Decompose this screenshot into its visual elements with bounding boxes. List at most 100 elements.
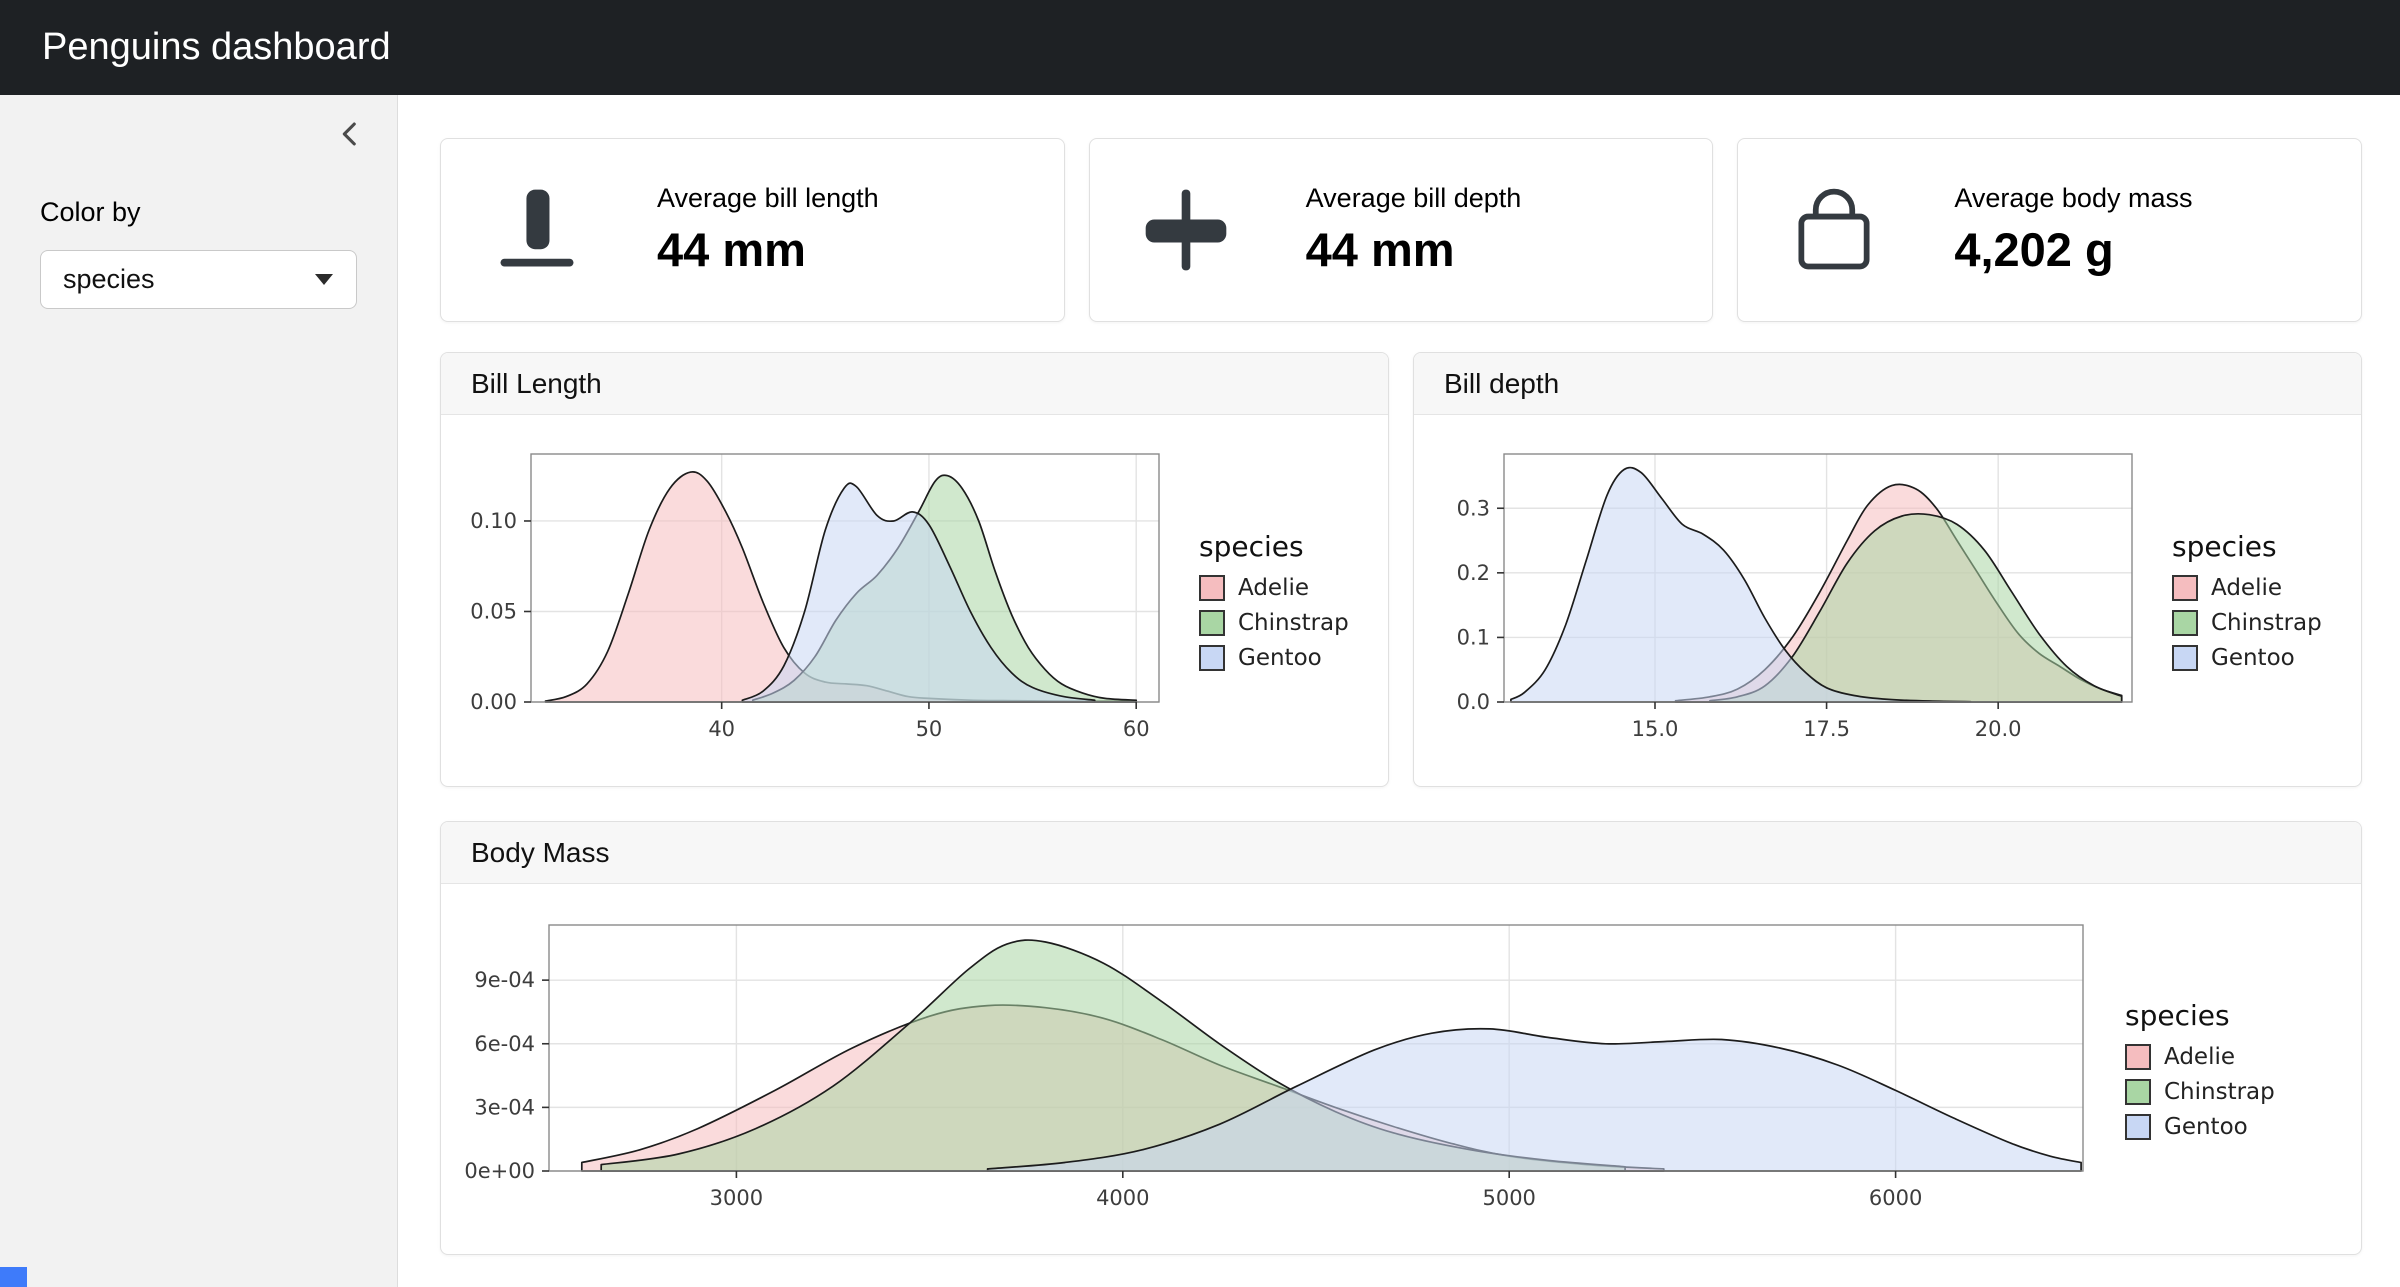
legend-item: Gentoo [2125,1114,2275,1140]
legend-label: Gentoo [2164,1114,2248,1140]
main-content: Average bill length 44 mm Average bill d… [398,95,2400,1287]
card-header: Bill depth [1414,353,2361,415]
sidebar: Color by species [0,95,398,1287]
body-mass-legend: species Adelie Chinstrap Gentoo [2125,999,2275,1140]
value-box-value: 4,202 g [1954,222,2192,277]
svg-text:40: 40 [708,717,735,741]
value-box-title: Average bill depth [1306,183,1522,214]
legend-swatch [1199,610,1225,636]
value-box-text: Average body mass 4,202 g [1954,183,2192,277]
legend-item: Adelie [1199,575,1349,601]
legend-title: species [2125,999,2275,1032]
bill-length-card: Bill Length 40 50 60 0.00 0.05 0.10 species Ad… [440,352,1389,787]
sidebar-collapse-button[interactable] [333,117,367,151]
svg-text:3000: 3000 [710,1186,763,1210]
value-box-text: Average bill length 44 mm [657,183,879,277]
legend-swatch [2172,610,2198,636]
legend-label: Adelie [1238,575,1309,601]
bill-depth-chart: 15.0 17.5 20.0 0.0 0.1 0.2 0.3 [1430,442,2144,759]
color-by-select[interactable]: species [40,250,357,309]
legend-item: Chinstrap [1199,610,1349,636]
legend-item: Adelie [2125,1044,2275,1070]
legend-item: Gentoo [1199,645,1349,671]
align-bottom-icon [489,182,585,278]
bag-icon [1786,182,1882,278]
svg-text:0.10: 0.10 [470,509,517,533]
card-body: 15.0 17.5 20.0 0.0 0.1 0.2 0.3 species Adelie Ch… [1414,415,2361,786]
value-box-bill-length: Average bill length 44 mm [440,138,1065,322]
navbar: Penguins dashboard [0,0,2400,95]
svg-text:0.05: 0.05 [470,599,517,623]
value-box-body-mass: Average body mass 4,202 g [1737,138,2362,322]
legend-swatch [2125,1114,2151,1140]
svg-text:0.0: 0.0 [1457,690,1490,714]
chart-svg: 40 50 60 0.00 0.05 0.10 [457,442,1171,754]
value-box-title: Average bill length [657,183,879,214]
card-title: Body Mass [471,837,610,869]
body-mass-chart: 3000 4000 5000 6000 0e+00 3e-04 6e-04 9e-04 [457,911,2097,1228]
svg-text:15.0: 15.0 [1632,717,1679,741]
svg-text:4000: 4000 [1096,1186,1149,1210]
legend-label: Gentoo [2211,645,2295,671]
value-box-text: Average bill depth 44 mm [1306,183,1522,277]
legend-item: Chinstrap [2172,610,2322,636]
value-box-bill-depth: Average bill depth 44 mm [1089,138,1714,322]
bill-depth-card: Bill depth 15.0 17.5 20.0 0.0 0.1 0.2 0.3 spec… [1413,352,2362,787]
bill-length-legend: species Adelie Chinstrap Gentoo [1199,530,1349,671]
svg-text:6e-04: 6e-04 [474,1031,535,1055]
svg-text:5000: 5000 [1482,1186,1535,1210]
svg-text:6000: 6000 [1869,1186,1922,1210]
value-boxes-row: Average bill length 44 mm Average bill d… [440,138,2362,322]
align-center-icon [1138,182,1234,278]
corner-badge [0,1267,27,1287]
legend-label: Chinstrap [2211,610,2322,636]
svg-text:0e+00: 0e+00 [464,1159,535,1183]
value-box-value: 44 mm [1306,222,1522,277]
legend-label: Chinstrap [1238,610,1349,636]
legend-title: species [1199,530,1349,563]
legend-item: Chinstrap [2125,1079,2275,1105]
legend-swatch [2172,645,2198,671]
svg-text:0.00: 0.00 [470,690,517,714]
card-header: Body Mass [441,822,2361,884]
bill-length-chart: 40 50 60 0.00 0.05 0.10 [457,442,1171,759]
svg-text:0.1: 0.1 [1457,625,1490,649]
svg-text:60: 60 [1123,717,1150,741]
chart-svg: 15.0 17.5 20.0 0.0 0.1 0.2 0.3 [1430,442,2144,754]
bill-cards-row: Bill Length 40 50 60 0.00 0.05 0.10 species Ad… [440,352,2362,787]
legend-label: Chinstrap [2164,1079,2275,1105]
legend-swatch [2172,575,2198,601]
legend-item: Gentoo [2172,645,2322,671]
body-mass-card: Body Mass 3000 4000 5000 6000 0e+00 3e-04 6e-0… [440,821,2362,1255]
value-box-value: 44 mm [657,222,879,277]
color-by-label: Color by [40,197,357,228]
app-title: Penguins dashboard [42,26,391,69]
card-header: Bill Length [441,353,1388,415]
svg-text:0.2: 0.2 [1457,561,1490,585]
legend-label: Gentoo [1238,645,1322,671]
legend-swatch [1199,575,1225,601]
svg-text:3e-04: 3e-04 [474,1095,535,1119]
card-body: 40 50 60 0.00 0.05 0.10 species Adelie Chinstra… [441,415,1388,786]
legend-title: species [2172,530,2322,563]
card-body: 3000 4000 5000 6000 0e+00 3e-04 6e-04 9e-04 spe… [441,884,2361,1254]
legend-swatch [2125,1044,2151,1070]
caret-down-icon [314,273,334,286]
svg-text:50: 50 [916,717,943,741]
value-box-title: Average body mass [1954,183,2192,214]
bill-depth-legend: species Adelie Chinstrap Gentoo [2172,530,2322,671]
chevron-left-icon [333,117,367,151]
legend-label: Adelie [2164,1044,2235,1070]
legend-label: Adelie [2211,575,2282,601]
legend-item: Adelie [2172,575,2322,601]
svg-text:20.0: 20.0 [1975,717,2022,741]
svg-text:0.3: 0.3 [1457,496,1490,520]
card-title: Bill depth [1444,368,1559,400]
card-title: Bill Length [471,368,602,400]
select-value: species [63,264,155,295]
svg-text:9e-04: 9e-04 [474,968,535,992]
legend-swatch [2125,1079,2151,1105]
legend-swatch [1199,645,1225,671]
chart-svg: 3000 4000 5000 6000 0e+00 3e-04 6e-04 9e-04 [457,911,2097,1223]
svg-text:17.5: 17.5 [1803,717,1850,741]
